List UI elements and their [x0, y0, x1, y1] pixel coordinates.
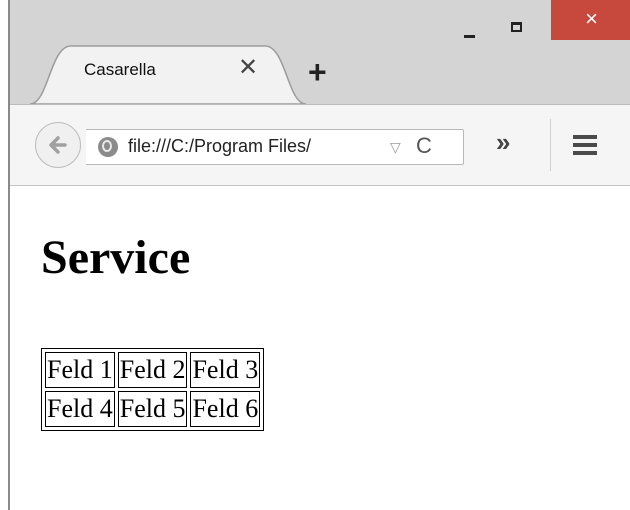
toolbar-separator	[550, 119, 551, 171]
table-cell: Feld 2	[117, 352, 188, 388]
tab-casarella[interactable]: Casarella ✕	[30, 40, 306, 104]
data-table: Feld 1 Feld 2 Feld 3 Feld 4 Feld 5 Feld …	[41, 348, 265, 431]
table-cell: Feld 5	[117, 391, 188, 427]
maximize-button[interactable]	[502, 16, 534, 42]
back-arrow-icon	[49, 136, 67, 154]
tab-title: Casarella	[84, 60, 156, 79]
table-cell: Feld 3	[190, 352, 261, 388]
table-cell: Feld 6	[190, 391, 261, 427]
browser-window: × Casarella ✕ + file:///C:/Program Files…	[8, 0, 630, 510]
page-heading: Service	[41, 231, 191, 284]
history-dropdown-icon[interactable]: ▽	[390, 139, 401, 156]
table-row: Feld 4 Feld 5 Feld 6	[45, 391, 261, 427]
close-window-button[interactable]: ×	[551, 0, 630, 40]
table-cell: Feld 1	[45, 352, 115, 388]
reload-icon[interactable]: C	[416, 133, 432, 159]
table-cell: Feld 4	[45, 391, 115, 427]
page-content: Service Feld 1 Feld 2 Feld 3 Feld 4 Feld…	[10, 186, 630, 510]
tab-shape	[30, 45, 306, 104]
title-bar: × Casarella ✕ +	[10, 0, 630, 104]
minimize-button[interactable]	[454, 16, 486, 42]
globe-icon	[98, 137, 118, 157]
new-tab-button[interactable]: +	[308, 56, 327, 88]
navigation-toolbar: file:///C:/Program Files/ ▽ C »	[10, 104, 630, 186]
back-button[interactable]	[35, 122, 81, 168]
hamburger-menu-icon[interactable]	[573, 135, 597, 155]
url-bar[interactable]: file:///C:/Program Files/ ▽ C	[86, 129, 464, 165]
toolbar-overflow-button[interactable]: »	[496, 127, 510, 158]
table-row: Feld 1 Feld 2 Feld 3	[45, 352, 261, 388]
url-text[interactable]: file:///C:/Program Files/	[128, 136, 396, 157]
tab-close-icon[interactable]: ✕	[238, 56, 258, 80]
